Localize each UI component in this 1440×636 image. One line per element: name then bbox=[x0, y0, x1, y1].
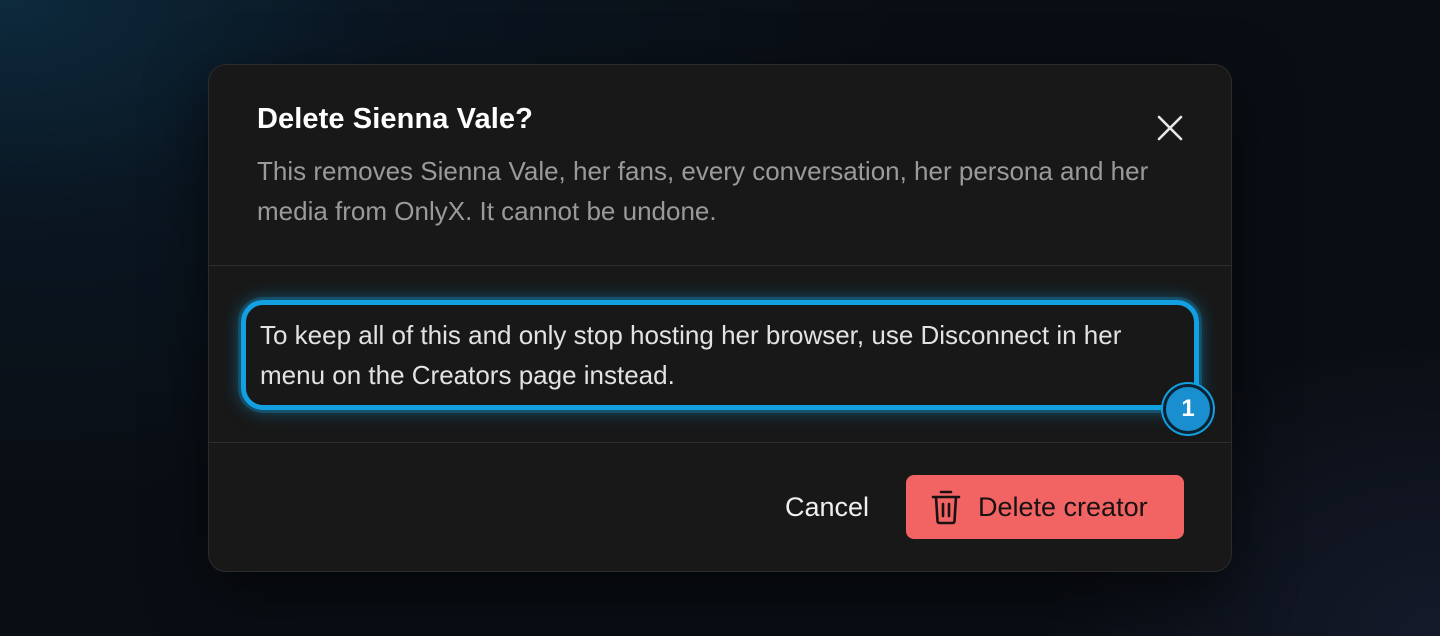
close-icon bbox=[1157, 115, 1183, 141]
dialog-title: Delete Sienna Vale? bbox=[257, 103, 533, 135]
dialog-body: To keep all of this and only stop hostin… bbox=[209, 266, 1231, 443]
dialog-header: Delete Sienna Vale? This removes Sienna … bbox=[209, 65, 1231, 266]
highlighted-note: To keep all of this and only stop hostin… bbox=[241, 300, 1199, 410]
trash-icon bbox=[930, 489, 962, 525]
cancel-button[interactable]: Cancel bbox=[785, 487, 869, 527]
close-button[interactable] bbox=[1155, 113, 1185, 143]
dialog-footer: Cancel Delete creator bbox=[209, 443, 1231, 571]
delete-creator-button[interactable]: Delete creator bbox=[906, 475, 1184, 539]
delete-creator-dialog: Delete Sienna Vale? This removes Sienna … bbox=[208, 64, 1232, 572]
dialog-description: This removes Sienna Vale, her fans, ever… bbox=[257, 156, 1149, 226]
step-badge: 1 bbox=[1163, 384, 1213, 434]
note-text: To keep all of this and only stop hostin… bbox=[260, 320, 1122, 390]
delete-button-label: Delete creator bbox=[978, 492, 1148, 522]
